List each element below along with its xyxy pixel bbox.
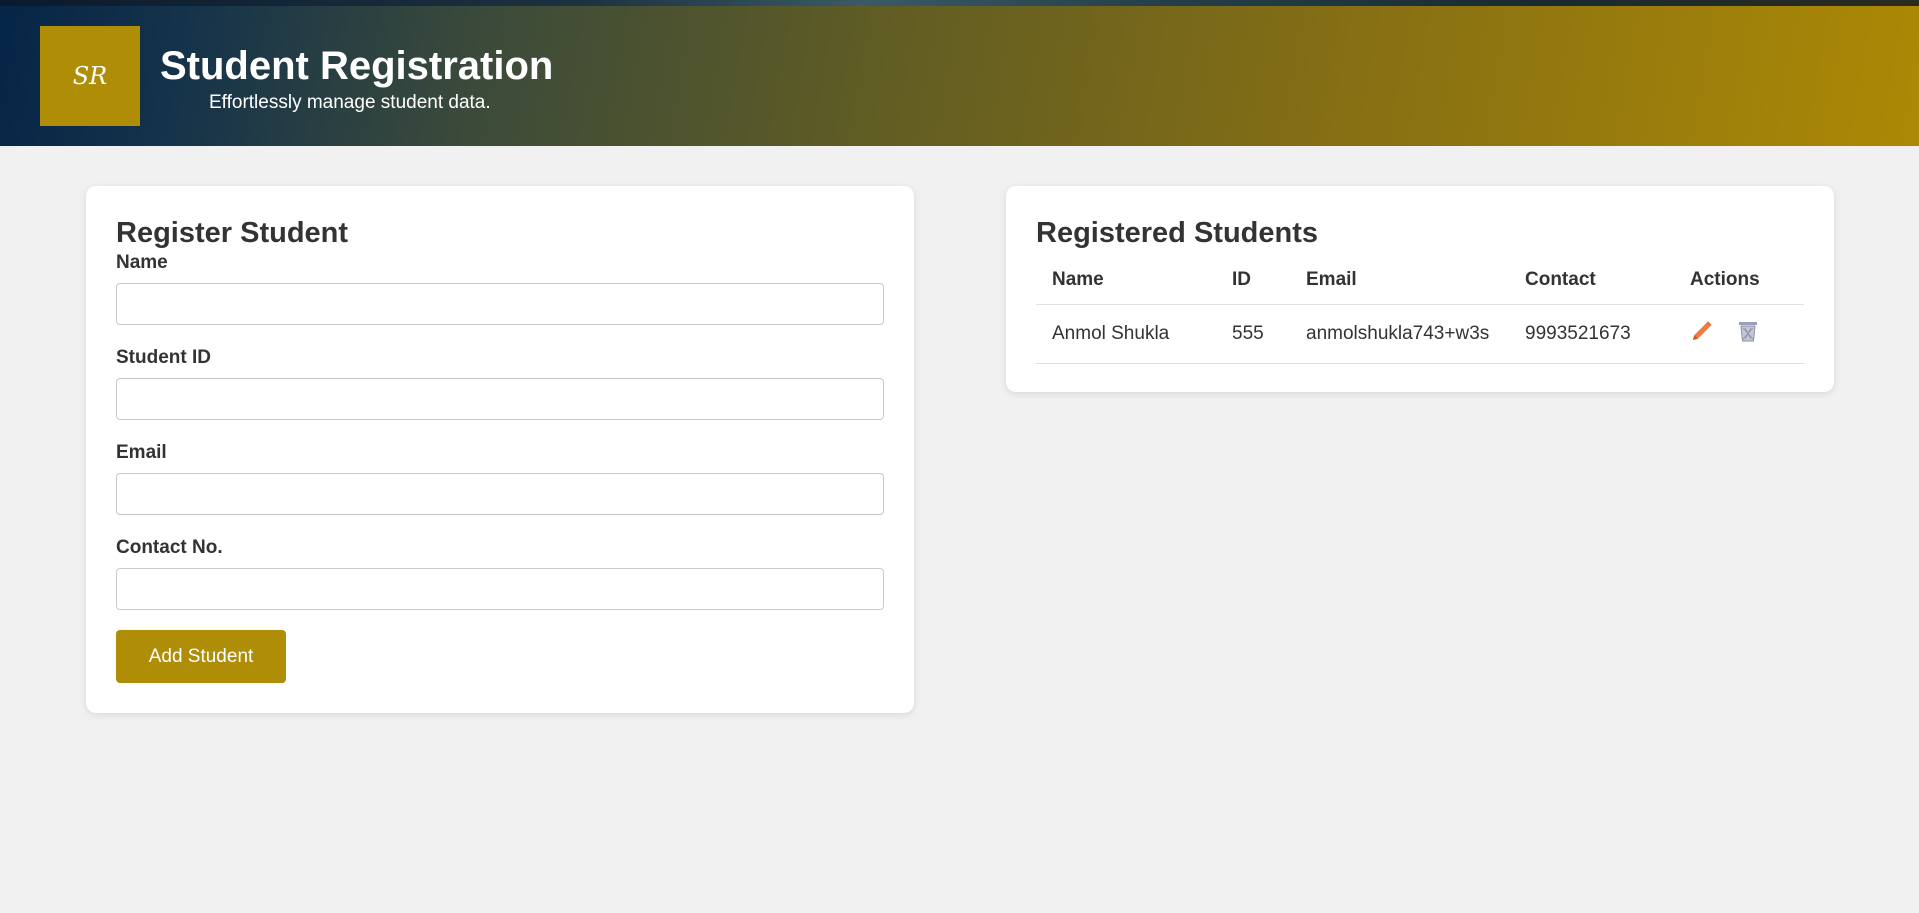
add-student-button[interactable]: Add Student (116, 630, 286, 683)
column-header-name: Name (1036, 256, 1216, 305)
student-email-cell: anmolshukla743+w3s (1290, 304, 1509, 364)
app-title: Student Registration (160, 44, 554, 88)
email-input[interactable] (116, 473, 884, 515)
contact-input[interactable] (116, 568, 884, 610)
column-header-actions: Actions (1674, 256, 1804, 305)
app-subtitle: Effortlessly manage student data. (209, 92, 491, 113)
name-input[interactable] (116, 283, 884, 325)
trash-icon[interactable] (1737, 319, 1759, 349)
student-actions-cell (1674, 304, 1804, 364)
column-header-email: Email (1290, 256, 1509, 305)
students-table: Name ID Email Contact Actions Anmol Shuk… (1036, 256, 1804, 364)
student-name-cell: Anmol Shukla (1036, 304, 1216, 364)
column-header-id: ID (1216, 256, 1290, 305)
app-header: SR Student Registration Effortlessly man… (0, 6, 1919, 146)
column-header-contact: Contact (1509, 256, 1674, 305)
student-contact-cell: 9993521673 (1509, 304, 1674, 364)
student-id-input[interactable] (116, 378, 884, 420)
app-logo: SR (40, 26, 140, 126)
registered-students-card: Registered Students Name ID Email Contac… (1006, 186, 1834, 392)
register-student-card: Register Student Name Student ID Email C… (86, 186, 914, 713)
student-id-label: Student ID (116, 347, 211, 368)
student-id-cell: 555 (1216, 304, 1290, 364)
name-label: Name (116, 252, 168, 273)
table-row: Anmol Shukla 555 anmolshukla743+w3s 9993… (1036, 304, 1804, 364)
registered-students-title: Registered Students (1036, 217, 1318, 249)
logo-text: SR (72, 62, 108, 90)
pencil-icon[interactable] (1690, 319, 1714, 349)
table-header-row: Name ID Email Contact Actions (1036, 256, 1804, 305)
email-label: Email (116, 442, 167, 463)
contact-label: Contact No. (116, 537, 223, 558)
register-student-title: Register Student (116, 217, 349, 249)
